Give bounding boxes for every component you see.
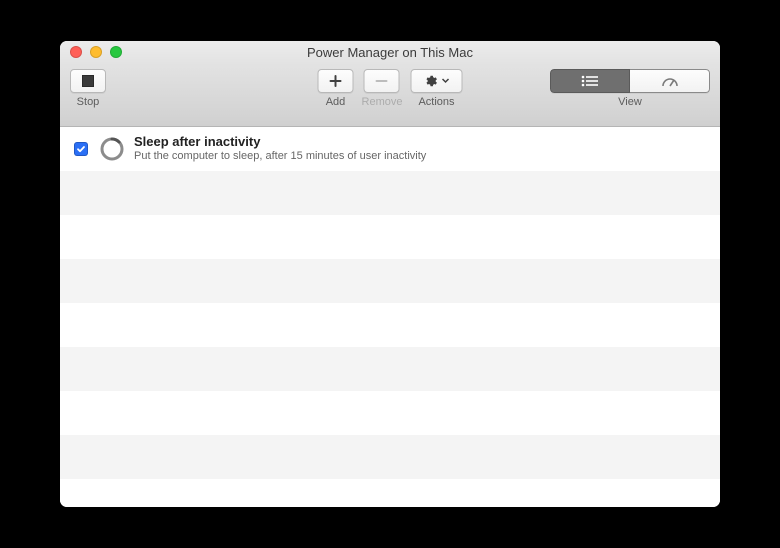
empty-row xyxy=(60,215,720,259)
remove-label: Remove xyxy=(362,96,403,108)
empty-row xyxy=(60,171,720,215)
actions-button[interactable] xyxy=(410,69,462,93)
check-icon xyxy=(76,144,86,154)
view-segmented-control xyxy=(550,69,710,93)
titlebar: Power Manager on This Mac xyxy=(60,41,720,63)
event-row[interactable]: Sleep after inactivity Put the computer … xyxy=(60,127,720,171)
empty-row xyxy=(60,259,720,303)
chevron-down-icon xyxy=(441,77,449,85)
actions-group: Actions xyxy=(410,69,462,108)
app-window: Power Manager on This Mac Stop Add Remov… xyxy=(60,41,720,507)
clock-icon xyxy=(100,137,124,161)
gauge-icon xyxy=(661,75,679,87)
empty-row xyxy=(60,303,720,347)
plus-icon xyxy=(329,74,343,88)
view-gauge-button[interactable] xyxy=(630,69,710,93)
toolbar: Stop Add Remove Actions xyxy=(60,63,720,127)
actions-label: Actions xyxy=(418,96,454,108)
stop-button[interactable] xyxy=(70,69,106,93)
view-list-button[interactable] xyxy=(550,69,630,93)
stop-label: Stop xyxy=(77,96,100,108)
center-toolbar: Add Remove Actions xyxy=(318,69,463,108)
list-icon xyxy=(581,75,599,87)
remove-button[interactable] xyxy=(364,69,400,93)
event-description: Put the computer to sleep, after 15 minu… xyxy=(134,150,426,164)
empty-row xyxy=(60,347,720,391)
stop-group: Stop xyxy=(70,69,106,108)
event-text: Sleep after inactivity Put the computer … xyxy=(134,134,426,164)
empty-row xyxy=(60,479,720,507)
window-title: Power Manager on This Mac xyxy=(60,45,720,60)
remove-group: Remove xyxy=(362,69,403,108)
view-label: View xyxy=(618,96,642,108)
gear-icon xyxy=(423,74,437,88)
add-label: Add xyxy=(326,96,346,108)
minus-icon xyxy=(375,74,389,88)
event-title: Sleep after inactivity xyxy=(134,134,426,150)
empty-row xyxy=(60,391,720,435)
event-list: Sleep after inactivity Put the computer … xyxy=(60,127,720,507)
view-group: View xyxy=(550,69,710,108)
add-group: Add xyxy=(318,69,354,108)
event-enabled-checkbox[interactable] xyxy=(74,142,88,156)
stop-icon xyxy=(82,75,94,87)
add-button[interactable] xyxy=(318,69,354,93)
empty-row xyxy=(60,435,720,479)
